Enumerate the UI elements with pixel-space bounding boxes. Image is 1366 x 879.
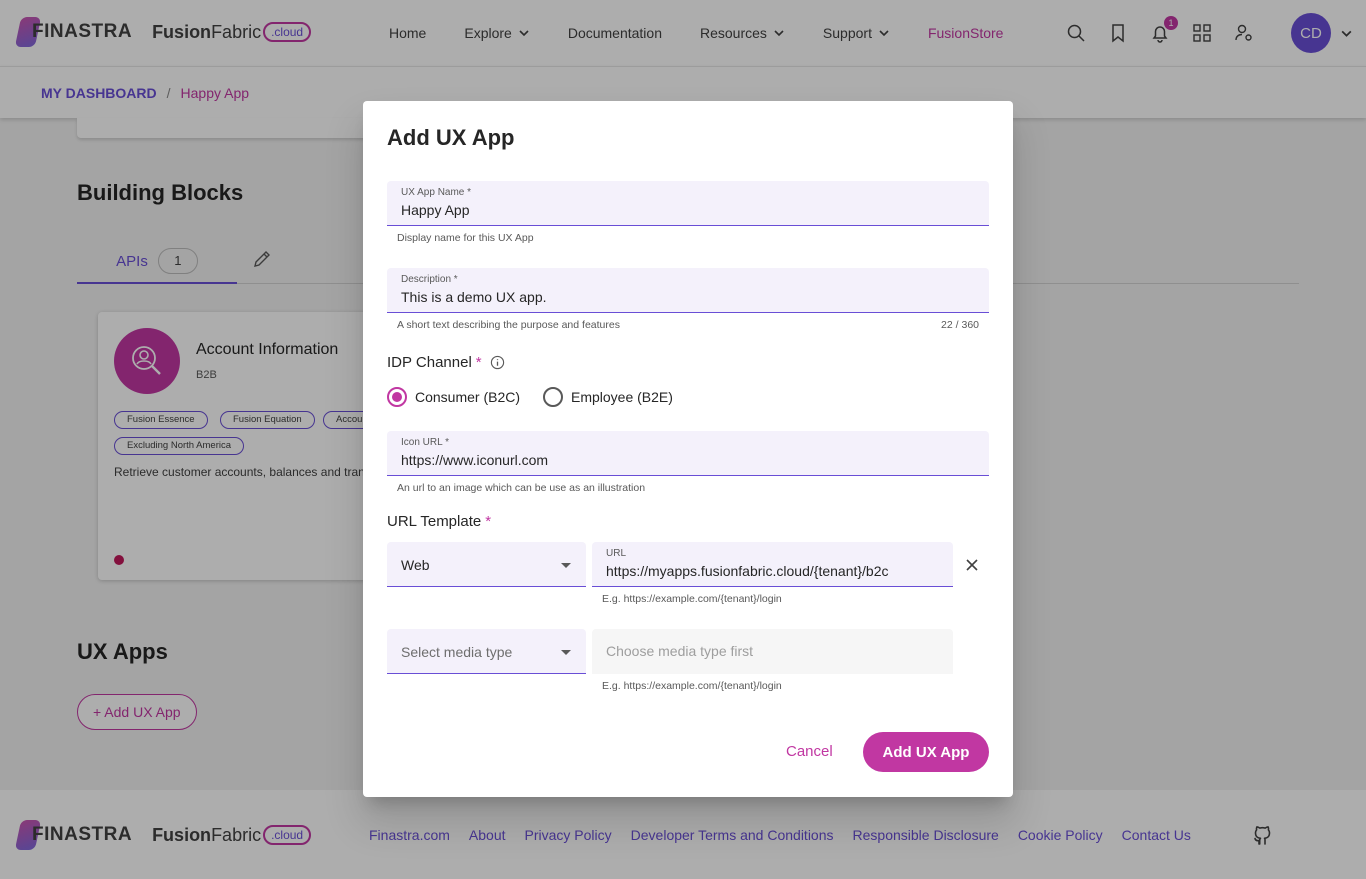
- dropdown-arrow-icon: [561, 650, 571, 655]
- url-template-label: URL Template *: [387, 513, 492, 530]
- close-icon[interactable]: [965, 558, 979, 572]
- url-input-disabled: Choose media type first: [592, 629, 953, 674]
- field-label: Description *: [401, 274, 458, 285]
- field-placeholder: Choose media type first: [606, 643, 754, 659]
- field-value: https://myapps.fusionfabric.cloud/{tenan…: [606, 563, 889, 579]
- field-hint: An url to an image which can be use as a…: [397, 482, 646, 494]
- ux-app-name-field[interactable]: UX App Name * Happy App: [387, 181, 989, 226]
- radio-checked-indicator: [387, 387, 407, 407]
- field-hint: A short text describing the purpose and …: [397, 319, 620, 331]
- field-hint: E.g. https://example.com/{tenant}/login: [602, 593, 782, 605]
- field-label: UX App Name *: [401, 187, 472, 198]
- description-field[interactable]: Description * This is a demo UX app.: [387, 268, 989, 313]
- dropdown-arrow-icon: [561, 563, 571, 568]
- add-ux-app-dialog: Add UX App UX App Name * Happy App Displ…: [363, 101, 1013, 797]
- icon-url-field[interactable]: Icon URL * https://www.iconurl.com: [387, 431, 989, 476]
- add-ux-app-submit-button[interactable]: Add UX App: [863, 732, 989, 772]
- field-label: URL: [606, 548, 627, 559]
- radio-employee-b2e[interactable]: Employee (B2E): [543, 387, 673, 407]
- radio-consumer-b2c[interactable]: Consumer (B2C): [387, 387, 520, 407]
- dialog-title: Add UX App: [387, 125, 515, 150]
- radio-label: Employee (B2E): [571, 389, 673, 405]
- idp-channel-label: IDP Channel *: [387, 354, 505, 371]
- media-type-select[interactable]: Web: [387, 542, 586, 587]
- field-value: This is a demo UX app.: [401, 289, 547, 305]
- field-hint: Display name for this UX App: [397, 232, 534, 244]
- url-input[interactable]: URL https://myapps.fusionfabric.cloud/{t…: [592, 542, 953, 587]
- media-type-select-empty[interactable]: Select media type: [387, 629, 586, 674]
- field-value: https://www.iconurl.com: [401, 452, 549, 468]
- field-value: Happy App: [401, 202, 470, 218]
- select-placeholder: Select media type: [401, 644, 513, 660]
- info-icon[interactable]: [490, 355, 505, 370]
- radio-unchecked-indicator: [543, 387, 563, 407]
- select-value: Web: [401, 557, 430, 573]
- field-label: Icon URL *: [401, 437, 449, 448]
- radio-label: Consumer (B2C): [415, 389, 521, 405]
- field-hint: E.g. https://example.com/{tenant}/login: [602, 680, 782, 692]
- character-counter: 22 / 360: [941, 319, 979, 331]
- cancel-button[interactable]: Cancel: [786, 743, 833, 760]
